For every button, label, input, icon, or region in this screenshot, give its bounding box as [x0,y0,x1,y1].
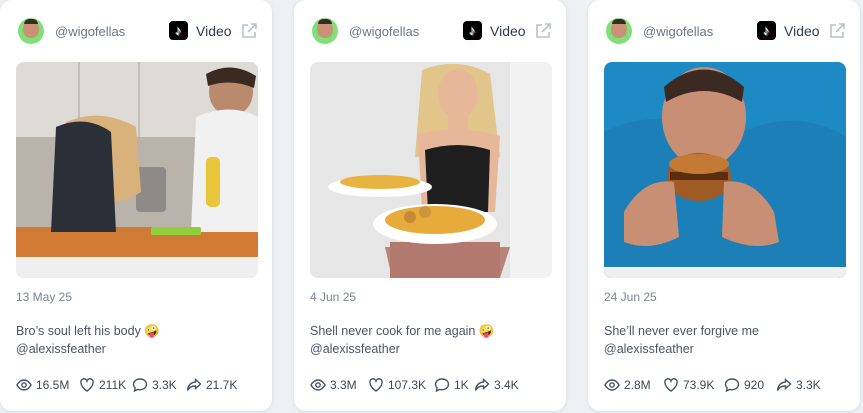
eye-icon [16,379,32,391]
heart-icon [369,378,383,392]
comments-count: 1K [454,378,469,392]
shares-stat: 21.7K [186,376,237,394]
platform-label: Video [784,23,820,39]
likes-stat: 107.3K [368,376,426,394]
likes-stat: 211K [79,376,126,394]
shares-count: 3.3K [796,378,821,392]
comment-icon [724,378,740,393]
avatar[interactable] [606,18,632,44]
caption-mention[interactable]: @alexissfeather [604,340,759,358]
likes-stat: 73.9K [663,376,714,394]
views-count: 16.5M [36,378,70,392]
avatar[interactable] [312,18,338,44]
caption-mention[interactable]: @alexissfeather [310,340,494,358]
eye-icon [310,379,326,391]
share-icon [186,377,202,391]
avatar[interactable] [18,18,44,44]
likes-count: 73.9K [683,378,715,392]
account-handle[interactable]: @wigofellas [643,24,713,39]
views-stat: 2.8M [604,376,651,394]
caption-text: She’ll never ever forgive me [604,324,759,338]
external-link-icon[interactable] [240,22,258,40]
likes-count: 211K [99,378,127,392]
post-date: 24 Jun 25 [604,290,657,304]
shares-stat: 3.4K [474,376,519,394]
video-thumbnail[interactable] [604,62,846,278]
comment-icon [132,378,148,393]
caption-text: Bro’s soul left his body 🤪 [16,324,160,338]
tiktok-icon: ♪ [463,21,482,40]
likes-count: 107.3K [388,378,427,392]
external-link-icon[interactable] [828,22,846,40]
share-icon [776,377,792,391]
post-header: @wigofellas ♪ Video [16,16,258,46]
shares-count: 3.4K [494,378,519,392]
post-date: 13 May 25 [16,290,73,304]
account-handle[interactable]: @wigofellas [55,24,125,39]
platform-label: Video [196,23,232,39]
post-caption: Bro’s soul left his body 🤪 @alexissfeath… [16,322,160,358]
account-handle[interactable]: @wigofellas [349,24,419,39]
views-stat: 3.3M [310,376,357,394]
views-count: 3.3M [330,378,357,392]
caption-mention[interactable]: @alexissfeather [16,340,160,358]
comments-stat: 1K [434,376,469,394]
comment-icon [434,378,450,393]
external-link-icon[interactable] [534,22,552,40]
post-card[interactable]: @wigofellas ♪ Video 13 May 25 Bro’s soul… [0,0,272,411]
post-card[interactable]: @wigofellas ♪ Video 4 Jun 25 Shell never… [294,0,566,411]
heart-icon [664,378,678,392]
video-thumbnail[interactable] [310,62,552,278]
post-caption: She’ll never ever forgive me @alexissfea… [604,322,759,358]
share-icon [474,377,490,391]
video-thumbnail[interactable] [16,62,258,278]
comments-stat: 3.3K [132,376,177,394]
comments-count: 3.3K [152,378,177,392]
heart-icon [80,378,94,392]
views-stat: 16.5M [16,376,69,394]
comments-stat: 920 [724,376,764,394]
shares-stat: 3.3K [776,376,821,394]
eye-icon [604,379,620,391]
post-date: 4 Jun 25 [310,290,357,304]
comments-count: 920 [744,378,765,392]
post-header: @wigofellas ♪ Video [604,16,846,46]
post-header: @wigofellas ♪ Video [310,16,552,46]
post-card[interactable]: @wigofellas ♪ Video 24 Jun 25 She’ll nev… [588,0,860,411]
platform-label: Video [490,23,526,39]
tiktok-icon: ♪ [169,21,188,40]
post-caption: Shell never cook for me again 🤪 @alexiss… [310,322,494,358]
caption-text: Shell never cook for me again 🤪 [310,324,495,338]
shares-count: 21.7K [206,378,238,392]
views-count: 2.8M [624,378,651,392]
tiktok-icon: ♪ [757,21,776,40]
